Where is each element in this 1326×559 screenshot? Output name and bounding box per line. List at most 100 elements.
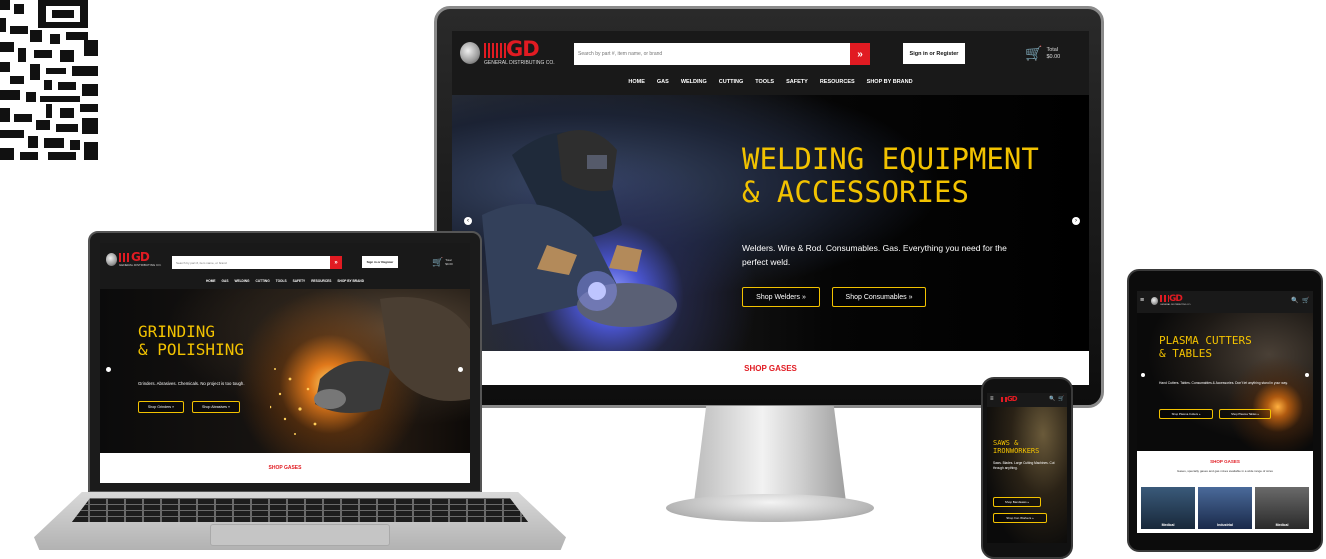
hero-banner: GRINDING & POLISHING Grinders. Abrasives… [100, 289, 470, 453]
logo-text: GD [1169, 294, 1183, 304]
hero-title-line2: & ACCESSORIES [742, 175, 969, 210]
nav-resources[interactable]: RESOURCES [311, 279, 331, 283]
qr-code [0, 0, 98, 160]
smartphone: ≡ GD 🔍 🛒 SAWS & IRONWORKERS Saws. Blades… [981, 377, 1073, 559]
shop-plasma-tables-button[interactable]: Shop Plasma Tables » [1219, 409, 1271, 419]
logo-subtitle: GENERAL DISTRIBUTING CO. [484, 60, 555, 66]
hero-title-line1: PLASMA CUTTERS [1159, 334, 1252, 347]
laptop-trackpad [210, 524, 390, 546]
hero-title-line2: & POLISHING [138, 340, 244, 360]
cart-total: $0.00 [445, 261, 453, 266]
carousel-prev-icon[interactable] [106, 367, 111, 372]
hero-banner: WELDING EQUIPMENT & ACCESSORIES Welders.… [452, 95, 1089, 351]
tablet-website: ≡ GD GENERAL DISTRIBUTING CO. 🔍 🛒 PLASMA… [1137, 291, 1313, 533]
search-input[interactable] [172, 256, 330, 269]
sign-in-button[interactable]: Sign in or Register [362, 256, 398, 268]
logo-text: GD [131, 250, 150, 264]
site-header: ≡ GD GENERAL DISTRIBUTING CO. 🔍 🛒 [1137, 291, 1313, 313]
shop-plasma-cutters-button[interactable]: Shop Plasma Cutters » [1159, 409, 1213, 419]
shop-gases-title[interactable]: SHOP GASES [1137, 459, 1313, 464]
cart-icon: 🛒 [432, 257, 444, 267]
main-nav: HOME GAS WELDING CUTTING TOOLS SAFETY RE… [452, 79, 1089, 85]
nav-safety[interactable]: SAFETY [293, 279, 306, 283]
cart-icon[interactable]: 🛒 [1058, 396, 1064, 402]
monitor-website: GD GENERAL DISTRIBUTING CO. » Sign in or… [452, 31, 1089, 385]
hero-title: SAWS & IRONWORKERS [993, 439, 1039, 455]
shop-gases-section: SHOP GASES Gases, specialty gases and ga… [1137, 451, 1313, 533]
welder-photo [482, 130, 677, 327]
shop-consumables-button[interactable]: Shop Consumables » [832, 287, 926, 307]
shop-iron-workers-button[interactable]: Shop Iron Workers » [993, 513, 1047, 523]
brand-logo[interactable]: GD GENERAL DISTRIBUTING CO. [106, 251, 161, 267]
category-tile-industrial[interactable]: Industrial [1198, 487, 1252, 529]
search-input[interactable] [574, 43, 850, 65]
category-label: Medical [1161, 523, 1175, 527]
nav-welding[interactable]: WELDING [234, 279, 249, 283]
brand-logo[interactable]: GD [1001, 395, 1018, 403]
hero-title-line2: IRONWORKERS [993, 447, 1040, 456]
cart-widget[interactable]: 🛒 Total $0.00 [1025, 45, 1060, 62]
main-nav: HOME GAS WELDING CUTTING TOOLS SAFETY RE… [100, 279, 470, 283]
menu-icon[interactable]: ≡ [990, 396, 994, 402]
category-label: Industrial [1217, 523, 1233, 527]
category-label: Medical [1275, 523, 1289, 527]
search-icon[interactable]: 🔍 [1049, 396, 1055, 402]
nav-cutting[interactable]: CUTTING [256, 279, 270, 283]
carousel-next-icon[interactable] [458, 367, 463, 372]
carousel-next-icon[interactable]: › [1072, 217, 1080, 225]
category-tile-medical[interactable]: Medical [1141, 487, 1195, 529]
brand-logo[interactable]: GD GENERAL DISTRIBUTING CO. [460, 39, 555, 66]
nav-safety[interactable]: SAFETY [786, 79, 808, 85]
shop-abrasives-button[interactable]: Shop Abrasives » [192, 401, 240, 413]
cart-widget[interactable]: 🛒 Total $0.00 [432, 257, 453, 268]
welder-mascot-icon [1151, 296, 1158, 305]
shop-gases-bar[interactable]: SHOP GASES [100, 453, 470, 483]
nav-shop-by-brand[interactable]: SHOP BY BRAND [337, 279, 364, 283]
cart-total: $0.00 [1046, 53, 1061, 60]
desktop-monitor: GD GENERAL DISTRIBUTING CO. » Sign in or… [434, 6, 1104, 408]
cart-icon: 🛒 [1025, 45, 1043, 61]
nav-resources[interactable]: RESOURCES [820, 79, 855, 85]
logo-text: GD [1007, 395, 1018, 403]
nav-cutting[interactable]: CUTTING [719, 79, 743, 85]
nav-home[interactable]: HOME [628, 79, 645, 85]
carousel-next-icon[interactable] [1305, 373, 1309, 377]
laptop-website: GD GENERAL DISTRIBUTING CO. » Sign in or… [100, 243, 470, 483]
brand-logo[interactable]: GD GENERAL DISTRIBUTING CO. [1151, 295, 1191, 306]
hero-title: PLASMA CUTTERS & TABLES [1159, 334, 1252, 360]
hero-subtitle: Saws. Blades. Large Cutting Machines. Cu… [993, 461, 1055, 471]
site-header: GD GENERAL DISTRIBUTING CO. » Sign in or… [100, 243, 470, 289]
search-bar: » [574, 43, 870, 65]
laptop-screen: GD GENERAL DISTRIBUTING CO. » Sign in or… [88, 231, 482, 493]
nav-tools[interactable]: TOOLS [755, 79, 774, 85]
site-header: GD GENERAL DISTRIBUTING CO. » Sign in or… [452, 31, 1089, 95]
hero-title-line2: & TABLES [1159, 346, 1212, 360]
hero-title-line1: SAWS & [993, 439, 1019, 447]
nav-welding[interactable]: WELDING [681, 79, 707, 85]
search-icon[interactable]: 🔍 [1291, 297, 1298, 304]
logo-text: GD [506, 37, 540, 61]
shop-welders-button[interactable]: Shop Welders » [742, 287, 820, 307]
nav-shop-by-brand[interactable]: SHOP BY BRAND [867, 79, 913, 85]
search-button[interactable]: » [330, 256, 342, 269]
nav-gas[interactable]: GAS [657, 79, 669, 85]
cart-icon[interactable]: 🛒 [1302, 297, 1309, 304]
nav-gas[interactable]: GAS [222, 279, 229, 283]
menu-icon[interactable]: ≡ [1140, 297, 1144, 304]
logo-subtitle: GENERAL DISTRIBUTING CO. [1160, 304, 1191, 306]
carousel-prev-icon[interactable] [1141, 373, 1145, 377]
sign-in-button[interactable]: Sign in or Register [903, 43, 965, 64]
category-tile-medical-2[interactable]: Medical [1255, 487, 1309, 529]
shop-bandsaws-button[interactable]: Shop Bandsaws » [993, 497, 1041, 507]
hero-subtitle: Hand Cutters. Tables. Consumables & Acce… [1159, 381, 1288, 385]
logo-subtitle: GENERAL DISTRIBUTING CO. [119, 263, 162, 267]
nav-home[interactable]: HOME [206, 279, 216, 283]
nav-tools[interactable]: TOOLS [276, 279, 287, 283]
phone-website: ≡ GD 🔍 🛒 SAWS & IRONWORKERS Saws. Blades… [987, 393, 1067, 543]
welder-mascot-icon [460, 41, 480, 64]
hero-subtitle: Welders. Wire & Rod. Consumables. Gas. E… [742, 243, 1007, 268]
laptop-keyboard [72, 498, 528, 522]
carousel-prev-icon[interactable]: ‹ [464, 217, 472, 225]
search-button[interactable]: » [850, 43, 870, 65]
shop-grinders-button[interactable]: Shop Grinders » [138, 401, 184, 413]
